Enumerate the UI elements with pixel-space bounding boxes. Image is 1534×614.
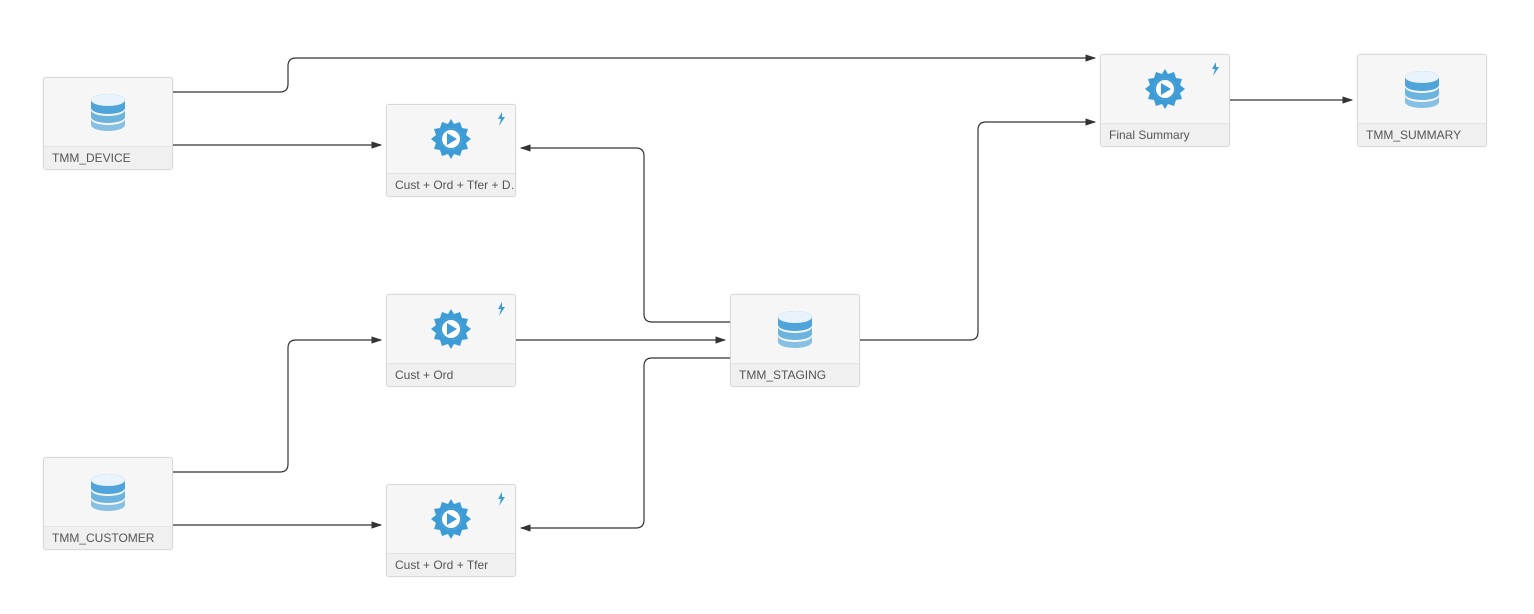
gear-icon bbox=[387, 295, 515, 363]
node-cust-ord-tfer-d[interactable]: Cust + Ord + Tfer + D… bbox=[386, 104, 516, 197]
node-label: Cust + Ord + Tfer + D… bbox=[387, 173, 515, 196]
node-tmm-summary[interactable]: TMM_SUMMARY bbox=[1357, 54, 1487, 147]
gear-icon bbox=[387, 485, 515, 553]
node-tmm-customer[interactable]: TMM_CUSTOMER bbox=[43, 457, 173, 550]
plug-icon bbox=[493, 301, 509, 320]
database-icon bbox=[44, 78, 172, 146]
database-icon bbox=[1358, 55, 1486, 123]
node-label: TMM_CUSTOMER bbox=[44, 526, 172, 549]
node-tmm-device[interactable]: TMM_DEVICE bbox=[43, 77, 173, 170]
node-label: TMM_SUMMARY bbox=[1358, 123, 1486, 146]
plug-icon bbox=[493, 111, 509, 130]
gear-icon bbox=[387, 105, 515, 173]
node-label: TMM_STAGING bbox=[731, 363, 859, 386]
database-icon bbox=[731, 295, 859, 363]
node-label: Final Summary bbox=[1101, 123, 1229, 146]
node-final-summary[interactable]: Final Summary bbox=[1100, 54, 1230, 147]
database-icon bbox=[44, 458, 172, 526]
plug-icon bbox=[1207, 61, 1223, 80]
plug-icon bbox=[493, 491, 509, 510]
node-label: TMM_DEVICE bbox=[44, 146, 172, 169]
diagram-canvas[interactable]: TMM_DEVICE Cust + Ord + Tfer + D… Cust +… bbox=[0, 0, 1534, 614]
node-tmm-staging[interactable]: TMM_STAGING bbox=[730, 294, 860, 387]
node-cust-ord-tfer[interactable]: Cust + Ord + Tfer bbox=[386, 484, 516, 577]
gear-icon bbox=[1101, 55, 1229, 123]
node-cust-ord[interactable]: Cust + Ord bbox=[386, 294, 516, 387]
node-label: Cust + Ord + Tfer bbox=[387, 553, 515, 576]
node-label: Cust + Ord bbox=[387, 363, 515, 386]
